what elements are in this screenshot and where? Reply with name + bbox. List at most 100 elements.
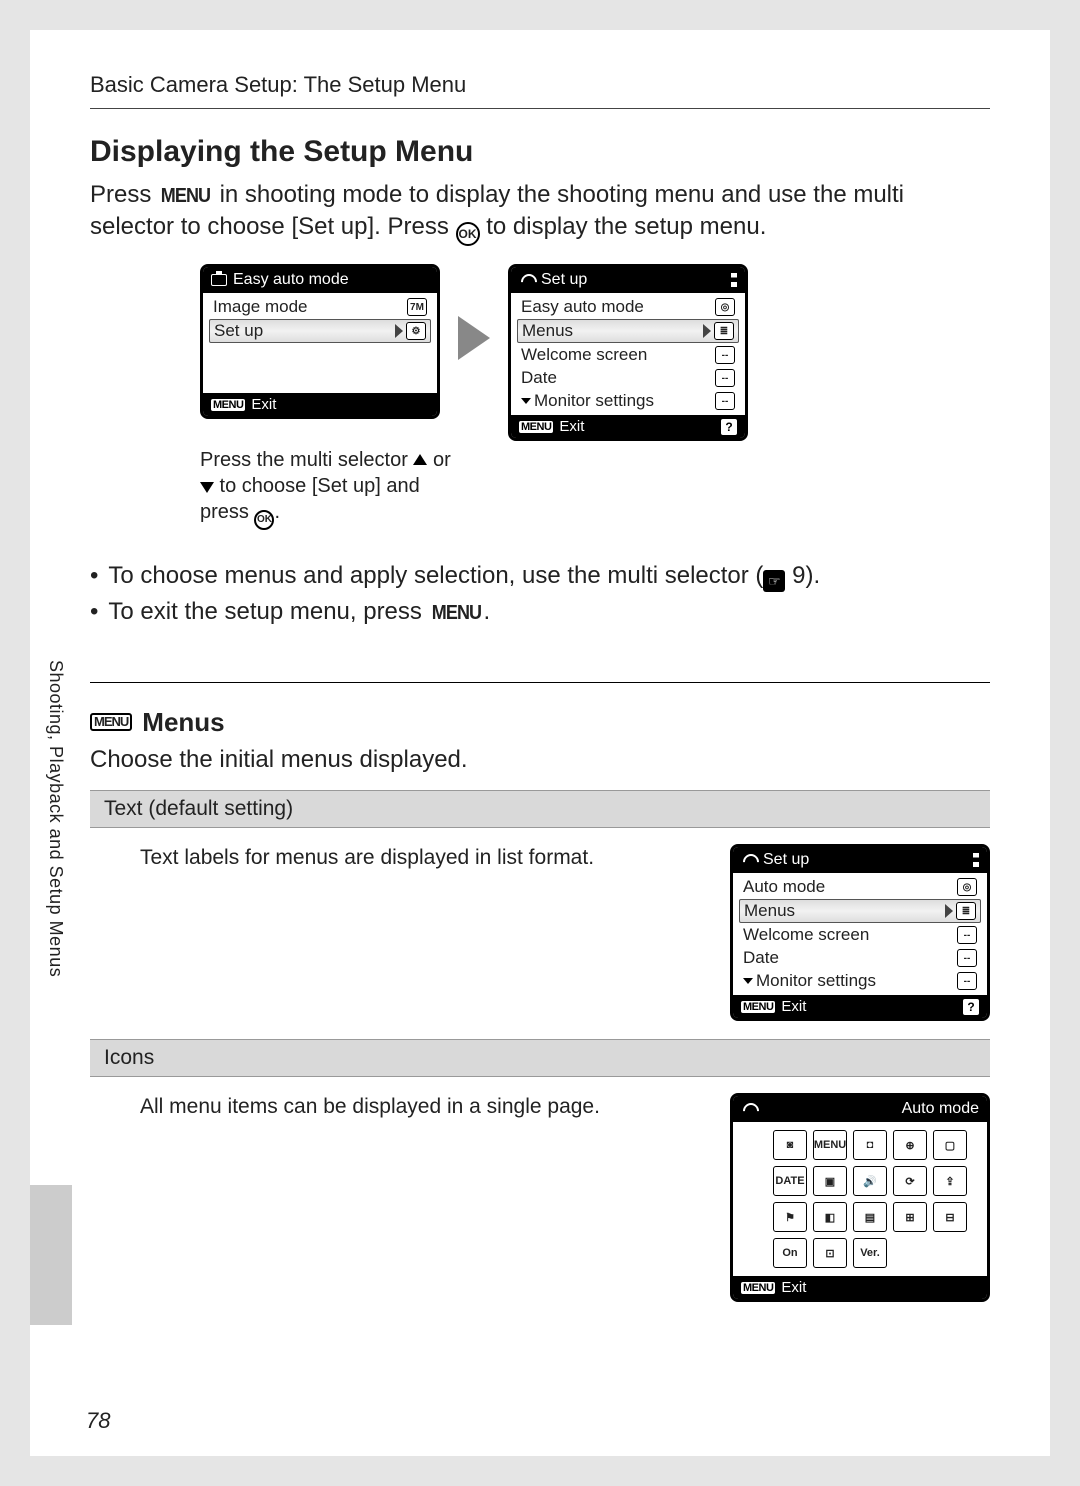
menu-tag-icon: MENU — [211, 399, 245, 411]
grid-icon-blank — [933, 1238, 967, 1268]
ok-icon: OK — [254, 510, 274, 530]
lcd-row-label: Menus — [522, 321, 703, 341]
side-tab-label: Shooting, Playback and Setup Menus — [45, 660, 66, 1080]
lcd-row-label: Easy auto mode — [521, 297, 715, 317]
grid-icon: ⚑ — [773, 1202, 807, 1232]
grid-icon: ▣ — [813, 1166, 847, 1196]
arrow-right-icon — [458, 316, 490, 360]
menus-icon: ≣ — [956, 902, 976, 920]
content: Basic Camera Setup: The Setup Menu Displ… — [30, 30, 1050, 1320]
lcd-footer: MENU Exit ? — [511, 415, 745, 438]
page-number: 78 — [86, 1408, 110, 1434]
grid-icon: Ver. — [853, 1238, 887, 1268]
lcd-title-text: Set up — [541, 271, 587, 289]
menus-heading: MENU Menus — [90, 707, 990, 738]
caption-d: . — [274, 501, 280, 523]
menus-desc: Choose the initial menus displayed. — [90, 744, 990, 776]
menu-icon-label: MENU — [94, 715, 128, 729]
lcd-row-label: Menus — [744, 901, 945, 921]
intro-text-c: to display the setup menu. — [480, 213, 767, 240]
grid-icon: DATE — [773, 1166, 807, 1196]
lcd-title-text: Easy auto mode — [233, 271, 349, 289]
page: Basic Camera Setup: The Setup Menu Displ… — [0, 0, 1080, 1486]
mode-icon: ◎ — [957, 878, 977, 896]
lcd-shooting-menu: Easy auto mode Image mode 7M Set up ⚙ — [200, 264, 440, 419]
breadcrumb: Basic Camera Setup: The Setup Menu — [90, 72, 990, 109]
grid-icon: MENU — [813, 1130, 847, 1160]
triangle-down-icon — [200, 482, 214, 493]
down-caret-icon — [521, 398, 531, 404]
chevron-right-icon — [945, 904, 953, 918]
bullet-list: To choose menus and apply selection, use… — [90, 558, 990, 630]
lcd-row-label: Image mode — [213, 297, 407, 317]
page-ref-icon: ☞ — [763, 570, 785, 592]
wrench-icon — [741, 852, 757, 868]
lcd-body: Easy auto mode◎ Menus≣ Welcome screen-- … — [511, 293, 745, 415]
lcd-title-right: Auto mode — [902, 1100, 979, 1118]
grid-icon: ⊕ — [893, 1130, 927, 1160]
lcd-row-label: Date — [521, 368, 715, 388]
menu-tag-icon: MENU — [741, 1282, 775, 1294]
setup-icon: ⚙ — [406, 322, 426, 340]
bullet2-b: . — [483, 598, 490, 625]
icons-grid: ◙ MENU ◘ ⊕ ▢ DATE ▣ 🔊 ⟳ ⇪ ⚑ — [733, 1122, 987, 1276]
grid-icon: On — [773, 1238, 807, 1268]
bullet1-ref: 9 — [792, 562, 805, 589]
grid-icon: 🔊 — [853, 1166, 887, 1196]
screen-caption: Press the multi selector or to choose [S… — [200, 447, 460, 530]
lcd-row: Welcome screen-- — [517, 344, 739, 366]
page-inner: Basic Camera Setup: The Setup Menu Displ… — [30, 30, 1050, 1456]
scroll-indicator-icon — [973, 853, 979, 867]
bullet1-b: ). — [805, 562, 820, 589]
wrench-icon — [519, 272, 535, 288]
lcd-body: Image mode 7M Set up ⚙ — [203, 293, 437, 393]
lcd-row: Auto mode◎ — [739, 876, 981, 898]
blank-icon: -- — [715, 346, 735, 364]
scroll-indicator-icon — [731, 273, 737, 287]
option-desc: Text labels for menus are displayed in l… — [140, 844, 704, 870]
menus-icon: ≣ — [714, 322, 734, 340]
caption-b: or — [427, 449, 450, 471]
lcd-row: Welcome screen-- — [739, 924, 981, 946]
exit-label: Exit — [251, 396, 276, 413]
option-body: Text labels for menus are displayed in l… — [90, 828, 990, 1039]
lcd-row: Date-- — [517, 367, 739, 389]
bullet-item: To exit the setup menu, press MENU. — [90, 594, 990, 630]
lcd-title: Auto mode — [733, 1096, 987, 1122]
lcd-row: Monitor settings-- — [739, 970, 981, 992]
lcd-body: ◙ MENU ◘ ⊕ ▢ DATE ▣ 🔊 ⟳ ⇪ ⚑ — [733, 1122, 987, 1276]
ok-icon: OK — [456, 222, 480, 246]
section-title: Displaying the Setup Menu — [90, 135, 990, 169]
lcd-body: Auto mode◎ Menus ≣ Welcome screen-- Date-… — [733, 873, 987, 995]
lcd-text-mode: Set up Auto mode◎ Menus ≣ Welcome screen-… — [730, 844, 990, 1021]
grid-icon: ▢ — [933, 1130, 967, 1160]
blank-icon: -- — [957, 972, 977, 990]
blank-icon: -- — [715, 369, 735, 387]
section-separator — [90, 682, 990, 683]
lcd-row-label: Set up — [214, 321, 395, 341]
bullet2-a: To exit the setup menu, press — [108, 598, 428, 625]
grid-icon-blank — [893, 1238, 927, 1268]
lcd-title: Easy auto mode — [203, 267, 437, 293]
menu-tag-icon: MENU — [741, 1001, 775, 1013]
lcd-row-label: Monitor settings — [756, 971, 957, 991]
menu-word-icon: MENU — [431, 598, 480, 628]
option-body: All menu items can be displayed in a sin… — [90, 1077, 990, 1320]
lcd-row: Easy auto mode◎ — [517, 296, 739, 318]
grid-icon: ⊞ — [893, 1202, 927, 1232]
caption-a: Press the multi selector — [200, 449, 413, 471]
menu-tag-icon: MENU — [519, 421, 553, 433]
lcd-row: Monitor settings-- — [517, 390, 739, 412]
lcd-row-selected: Menus ≣ — [517, 319, 739, 343]
lcd-row: Date-- — [739, 947, 981, 969]
menu-icon: MENU — [90, 713, 132, 731]
lcd-title: Set up — [733, 847, 987, 873]
grid-icon: ⟳ — [893, 1166, 927, 1196]
lcd-row-label: Date — [743, 948, 957, 968]
lcd-row-label: Monitor settings — [534, 391, 715, 411]
grid-icon: ◙ — [773, 1130, 807, 1160]
grid-icon: ▤ — [853, 1202, 887, 1232]
menu-word-icon: MENU — [161, 183, 210, 210]
image-mode-icon: 7M — [407, 298, 427, 316]
grid-icon: ◧ — [813, 1202, 847, 1232]
